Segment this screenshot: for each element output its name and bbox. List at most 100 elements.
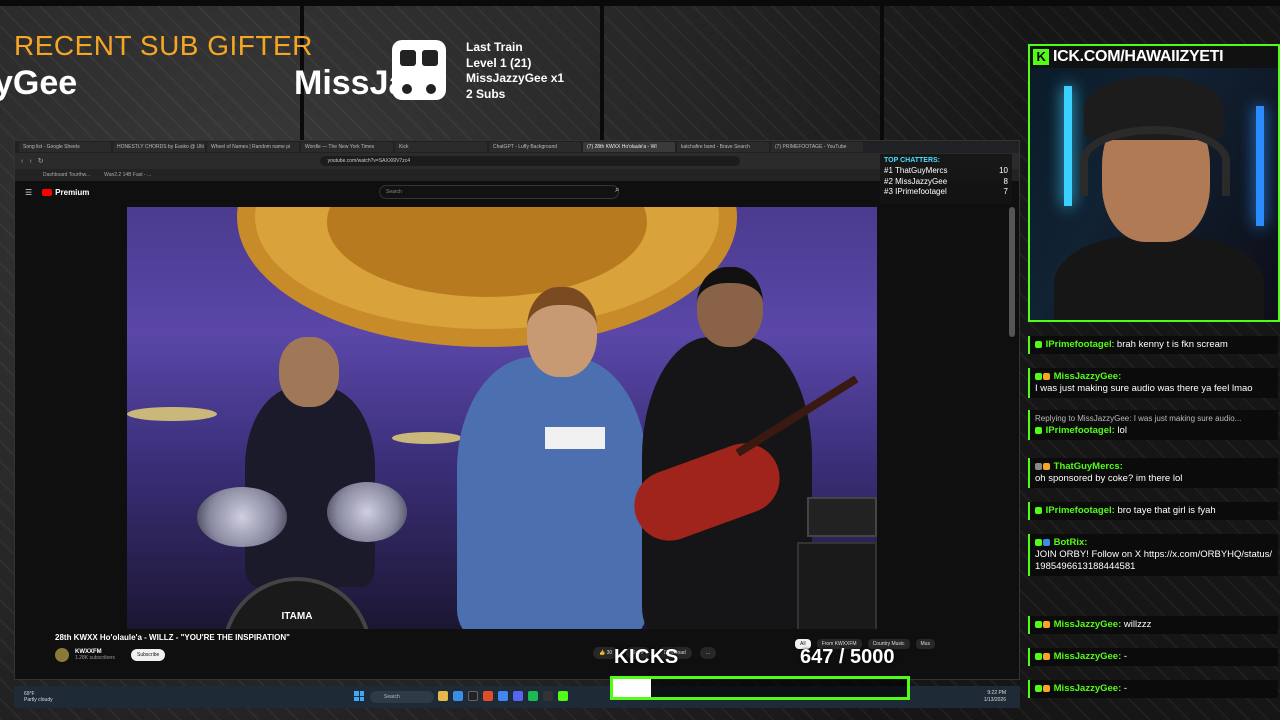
badge-icon bbox=[1035, 462, 1042, 470]
browser-tab[interactable]: Song list - Google Sheets bbox=[19, 142, 111, 152]
youtube-play-icon bbox=[42, 188, 53, 196]
kick-url-text: ICK.COM/HAWAIIZYETI bbox=[1053, 48, 1224, 65]
crown-badge-icon bbox=[1043, 684, 1050, 692]
chat-username: MissJazzyGee: bbox=[1053, 651, 1122, 662]
browser-tab[interactable]: Kick bbox=[395, 142, 487, 152]
browser-tab-active[interactable]: (7) 28th KWXX Ho'olaule'a - WI bbox=[583, 142, 675, 152]
train-gifter: MissJazzyGee x1 bbox=[466, 71, 565, 85]
bookmark-item[interactable]: Wan2.2 14B Fast - ... bbox=[104, 169, 151, 181]
chat-username: BotRix: bbox=[1053, 537, 1088, 548]
kicks-goal-bar bbox=[610, 676, 910, 700]
chat-text: willzzz bbox=[1123, 619, 1152, 630]
chat-overlay: IPrimefootagel: brah kenny t is fkn scre… bbox=[1028, 330, 1278, 714]
chat-username: MissJazzyGee: bbox=[1053, 683, 1122, 694]
chat-text: - bbox=[1123, 683, 1128, 694]
app-icon[interactable] bbox=[468, 691, 478, 701]
streamer-body bbox=[1054, 236, 1264, 320]
train-subs: 2 Subs bbox=[466, 86, 506, 101]
panel-border bbox=[0, 0, 1280, 6]
chatter-name: MissJazzyGee bbox=[895, 176, 948, 186]
browser-tab[interactable]: Wordle — The New York Times bbox=[301, 142, 393, 152]
file-explorer-icon[interactable] bbox=[438, 691, 448, 701]
chat-username: IPrimefootagel bbox=[1045, 339, 1112, 350]
sub-gifter-name-scroll: MissJa bbox=[294, 64, 408, 102]
browser-tab[interactable]: ChatGPT - Luffy Background bbox=[489, 142, 581, 152]
sub-train-info: Last Train Level 1 (21) MissJazzyGee x1 … bbox=[466, 40, 564, 102]
taskbar-search[interactable]: Search bbox=[370, 691, 434, 703]
discord-icon[interactable] bbox=[513, 691, 523, 701]
shield-badge-icon bbox=[1035, 372, 1042, 380]
store-icon[interactable] bbox=[453, 691, 463, 701]
chat-text: lol bbox=[1117, 425, 1127, 436]
url-field[interactable]: youtube.com/watch?v=SAXX6lV7zc4 bbox=[319, 156, 740, 166]
reload-icon[interactable]: ↻ bbox=[38, 157, 44, 165]
more-button[interactable]: ... bbox=[699, 647, 717, 659]
search-icon[interactable]: ⌕ bbox=[615, 185, 619, 195]
chat-username: ThatGuyMercs: bbox=[1053, 461, 1123, 472]
chatter-rank: #1 bbox=[884, 166, 893, 175]
windows-start-icon[interactable] bbox=[354, 691, 364, 701]
chat-text: JOIN ORBY! Follow on X https://x.com/ORB… bbox=[1035, 549, 1273, 572]
chat-text: oh sponsored by coke? im there lol bbox=[1035, 473, 1183, 484]
youtube-logo[interactable]: Premium bbox=[42, 188, 89, 197]
bookmark-item[interactable]: Dashboard Tourthw... bbox=[43, 169, 90, 181]
thumbs-up-icon: 👍 bbox=[599, 650, 606, 656]
crown-badge-icon bbox=[1043, 652, 1050, 660]
chrome-icon[interactable] bbox=[498, 691, 508, 701]
chat-message: IPrimefootagel: bro taye that girl is fy… bbox=[1028, 502, 1278, 520]
kick-app-icon[interactable] bbox=[558, 691, 568, 701]
sub-gifter-name: yGee bbox=[0, 64, 78, 102]
address-bar-row: ‹ › ↻ youtube.com/watch?v=SAXX6lV7zc4 bbox=[15, 153, 1019, 169]
weather-widget[interactable]: 69°F Partly cloudy bbox=[14, 691, 74, 703]
chat-message: MissJazzyGee: willzzz bbox=[1028, 616, 1278, 634]
chat-message: BotRix: JOIN ORBY! Follow on X https://x… bbox=[1028, 534, 1278, 576]
brave-icon[interactable] bbox=[483, 691, 493, 701]
shield-badge-icon bbox=[1035, 340, 1042, 348]
forward-icon[interactable]: › bbox=[29, 158, 31, 165]
drum bbox=[327, 482, 407, 542]
drummer-head bbox=[279, 337, 339, 407]
top-chatter-row: #1 ThatGuyMercs 10 bbox=[884, 166, 1008, 177]
train-level: Level 1 (21) bbox=[466, 55, 532, 70]
taskbar-clock[interactable]: 9:22 PM 1/13/2026 bbox=[984, 690, 1006, 704]
chatter-count: 8 bbox=[1003, 176, 1008, 186]
bookmarks-bar: Dashboard Tourthw... Wan2.2 14B Fast - .… bbox=[15, 169, 1019, 181]
singer bbox=[457, 357, 647, 629]
chip-music[interactable]: Mus bbox=[915, 639, 935, 649]
crown-badge-icon bbox=[1043, 462, 1050, 470]
headset-icon bbox=[1080, 126, 1230, 196]
kicks-goal-count: 647 / 5000 bbox=[800, 646, 895, 668]
shield-badge-icon bbox=[1035, 426, 1042, 434]
chat-text: - bbox=[1123, 651, 1128, 662]
browser-tab[interactable]: katchafire band - Brave Search bbox=[677, 142, 769, 152]
chat-username: MissJazzyGee: bbox=[1053, 371, 1122, 382]
browser-tab[interactable]: Wheel of Names | Random name pi bbox=[207, 142, 299, 152]
youtube-search-input[interactable]: Search bbox=[379, 185, 619, 199]
browser-tab[interactable]: (7) PRIMEFOOTAGE - YouTube bbox=[771, 142, 863, 152]
cymbal bbox=[127, 407, 217, 421]
page-scrollbar[interactable] bbox=[1009, 207, 1015, 337]
webcam-feed bbox=[1028, 44, 1280, 322]
train-title: Last Train bbox=[466, 40, 523, 54]
browser-tab[interactable]: HONESTLY CHORDS by Eaoko @ Ulti bbox=[113, 142, 205, 152]
clock-date: 1/13/2026 bbox=[983, 697, 1006, 703]
chatter-count: 7 bbox=[1003, 187, 1008, 196]
shield-badge-icon bbox=[1035, 620, 1042, 628]
chat-username: MissJazzyGee: bbox=[1053, 619, 1122, 630]
subscribe-button[interactable]: Subscribe bbox=[131, 649, 166, 661]
weather-desc: Partly cloudy bbox=[24, 697, 53, 703]
drum bbox=[197, 487, 287, 547]
chatter-rank: #3 bbox=[884, 187, 893, 196]
shield-badge-icon bbox=[1035, 684, 1042, 692]
video-player[interactable]: ITAMA bbox=[127, 207, 877, 629]
spotify-icon[interactable] bbox=[528, 691, 538, 701]
obs-icon[interactable] bbox=[543, 691, 553, 701]
channel-avatar[interactable] bbox=[55, 648, 69, 662]
chatter-name: ThatGuyMercs bbox=[894, 166, 948, 175]
chat-message: MissJazzyGee: - bbox=[1028, 648, 1278, 666]
chat-text: brah kenny t is fkn scream bbox=[1116, 339, 1228, 350]
kick-drum-text: ITAMA bbox=[281, 611, 313, 622]
stream-overlay: RECENT SUB GIFTER yGee MissJa Last Train… bbox=[0, 0, 1280, 720]
back-icon[interactable]: ‹ bbox=[21, 158, 23, 165]
menu-icon[interactable]: ☰ bbox=[25, 188, 32, 197]
